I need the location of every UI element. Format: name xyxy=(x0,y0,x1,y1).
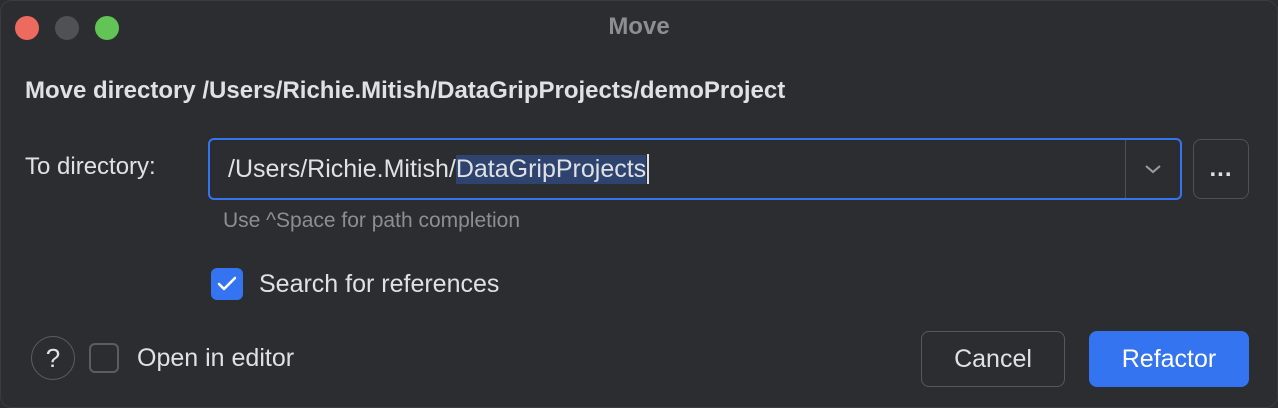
search-references-checkbox[interactable] xyxy=(211,268,243,300)
path-selected-text: DataGripProjects xyxy=(455,154,647,184)
window-title: Move xyxy=(608,13,670,40)
help-button[interactable]: ? xyxy=(31,336,75,380)
checkmark-icon xyxy=(217,276,237,291)
text-caret xyxy=(647,154,650,184)
path-prefix: /Users/Richie.Mitish/ xyxy=(228,154,456,183)
search-references-option[interactable]: Search for references xyxy=(211,268,499,300)
open-in-editor-checkbox[interactable] xyxy=(89,343,119,373)
to-directory-combobox[interactable]: /Users/Richie.Mitish/DataGripProjects xyxy=(208,138,1182,200)
move-dialog: Move Move directory /Users/Richie.Mitish… xyxy=(0,0,1278,408)
open-in-editor-option[interactable]: Open in editor xyxy=(89,343,294,373)
chevron-down-icon xyxy=(1145,165,1161,174)
dialog-heading: Move directory /Users/Richie.Mitish/Data… xyxy=(25,77,786,104)
to-directory-input[interactable]: /Users/Richie.Mitish/DataGripProjects xyxy=(210,154,1125,184)
open-in-editor-label: Open in editor xyxy=(137,343,295,372)
to-directory-label: To directory: xyxy=(25,153,156,180)
cancel-button[interactable]: Cancel xyxy=(921,331,1065,387)
dropdown-button[interactable] xyxy=(1125,140,1180,198)
path-completion-hint: Use ^Space for path completion xyxy=(223,209,521,232)
browse-button[interactable]: ... xyxy=(1193,139,1249,199)
refactor-button[interactable]: Refactor xyxy=(1089,331,1249,387)
search-references-label: Search for references xyxy=(259,269,500,298)
